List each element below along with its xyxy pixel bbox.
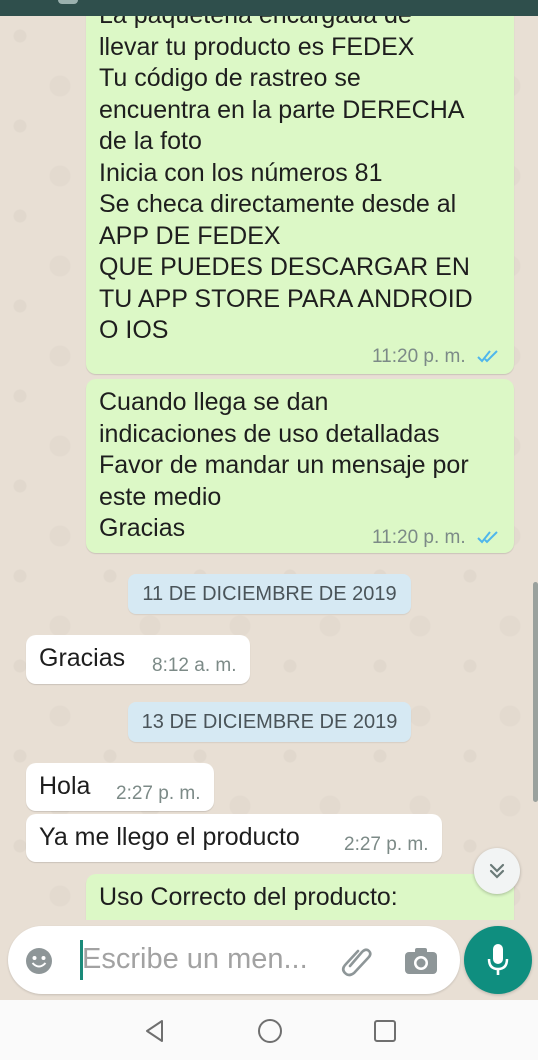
message-bubble-incoming[interactable]: Hola 2:27 p. m. [26,763,214,811]
mic-icon [486,942,510,983]
message-meta: 11:20 p. m. [372,527,501,551]
chevron-double-down-icon [487,861,507,886]
message-bubble-outgoing[interactable]: Cuando llega se dan indicaciones de uso … [86,379,514,553]
message-bubble-outgoing[interactable]: La paqueteria encargada de llevar tu pro… [86,16,514,374]
message-bubble-incoming[interactable]: Ya me llego el producto 2:27 p. m. [26,814,442,862]
message-time: 2:27 p. m. [116,783,201,804]
message-text: Hola [39,772,91,800]
double-check-icon [477,348,501,370]
message-time: 11:20 p. m. [372,527,466,548]
paperclip-icon[interactable] [340,944,374,983]
chat-area[interactable]: La paqueteria encargada de llevar tu pro… [0,16,538,920]
message-text: Cuando llega se dan indicaciones de uso … [99,388,469,542]
system-navigation-bar [0,1000,538,1060]
emoji-icon[interactable] [24,946,54,981]
date-divider: 11 DE DICIEMBRE DE 2019 [128,574,411,614]
message-text: La paqueteria encargada de llevar tu pro… [99,16,473,344]
message-input[interactable]: Escribe un men... [82,943,308,976]
circle-home-icon[interactable] [256,1017,284,1050]
message-time: 8:12 a. m. [152,655,237,676]
chat-scrollbar[interactable] [533,582,538,802]
triangle-back-icon[interactable] [142,1018,168,1049]
message-meta: 11:20 p. m. [372,346,501,370]
message-composer[interactable]: Escribe un men... [8,926,460,994]
message-text: Uso Correcto del producto: [99,883,398,911]
message-text: Ya me llego el producto [39,823,300,851]
message-time: 11:20 p. m. [372,346,466,367]
message-text: Gracias [39,644,126,672]
double-check-icon [477,529,501,551]
scroll-to-bottom-button[interactable] [474,848,520,894]
date-divider: 13 DE DICIEMBRE DE 2019 [128,702,411,742]
square-recents-icon[interactable] [372,1018,398,1049]
voice-record-button[interactable] [464,926,532,994]
message-bubble-outgoing[interactable]: Uso Correcto del producto: [86,874,514,920]
status-bar [0,0,538,16]
message-time: 2:27 p. m. [344,834,429,855]
message-bubble-incoming[interactable]: Gracias 8:12 a. m. [26,635,250,684]
status-bar-notch [58,0,78,4]
camera-icon[interactable] [404,946,438,981]
